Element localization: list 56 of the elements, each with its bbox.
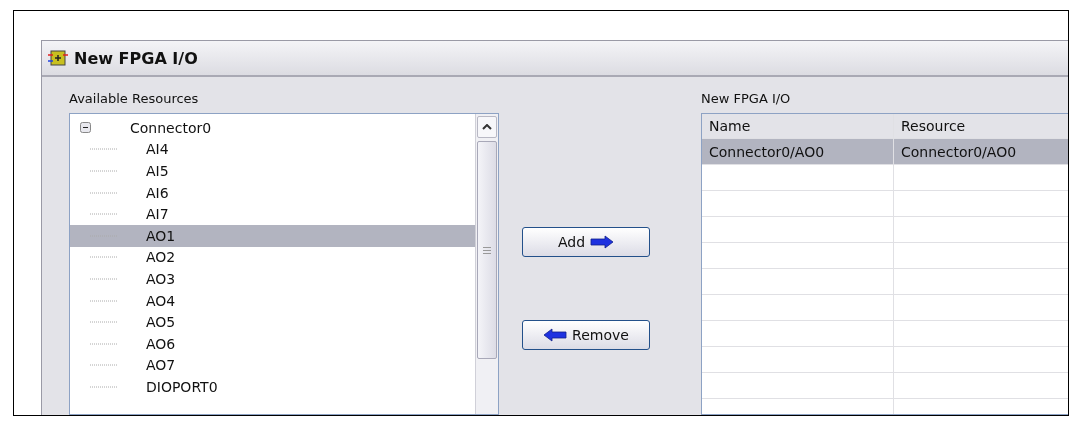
app-icon <box>48 50 68 66</box>
scrollbar[interactable] <box>475 114 498 414</box>
tree-connector-line <box>90 170 118 172</box>
tree-item[interactable]: AI6 <box>70 181 475 204</box>
tree-item-label: AO7 <box>146 357 176 374</box>
tree-item-label: AI4 <box>146 141 169 158</box>
add-button[interactable]: Add <box>522 227 650 257</box>
tree-item-label: AI6 <box>146 184 169 201</box>
tree-item-label: Connector0 <box>130 119 212 136</box>
section-label: New FPGA I/O <box>701 91 792 108</box>
tree-connector-line <box>90 385 118 388</box>
window-title: New FPGA I/O <box>74 48 198 68</box>
right-arrow-icon <box>590 235 615 249</box>
table-cell: Connector0/AO0 <box>894 139 1068 164</box>
collapse-icon[interactable] <box>80 122 91 134</box>
tree-connector-line <box>90 364 118 367</box>
tree-item-label: AO1 <box>146 227 176 244</box>
tree-item[interactable]: Connector0 <box>70 117 475 139</box>
tree-connector-line <box>90 299 118 302</box>
scroll-up-button[interactable] <box>477 116 497 138</box>
tree-item[interactable]: AO1 <box>70 224 475 247</box>
tree-connector-line <box>90 148 118 151</box>
tree-item[interactable]: DIOPORT0 <box>70 376 475 398</box>
table-row[interactable]: Connector0/AO0 Connector0/AO0 <box>702 139 1068 165</box>
tree-connector-line <box>90 213 118 216</box>
tree-item-label: AO4 <box>146 292 176 309</box>
tree-connector-line <box>90 321 118 324</box>
tree-connector-line <box>90 256 118 259</box>
remove-button[interactable]: Remove <box>522 320 650 350</box>
tree-item-label: AO6 <box>146 335 176 352</box>
tree-item[interactable]: AO4 <box>70 289 475 312</box>
section-label: Available Resources <box>69 91 200 108</box>
tree-item-label: AO3 <box>146 270 176 287</box>
tree-item[interactable]: AI5 <box>70 160 475 182</box>
left-arrow-icon <box>543 328 568 342</box>
tree-item[interactable]: AO2 <box>70 246 475 269</box>
tree-item[interactable]: AO5 <box>70 311 475 333</box>
tree-connector-line <box>90 277 118 280</box>
tree-item-label: DIOPORT0 <box>146 378 218 395</box>
tree-item-label: AI5 <box>146 163 169 179</box>
grip-icon <box>483 246 491 254</box>
tree-item[interactable]: AI4 <box>70 138 475 161</box>
tree-connector-line <box>90 191 118 194</box>
tree-item[interactable]: AI7 <box>70 203 475 225</box>
tree-item[interactable]: AO3 <box>70 268 475 290</box>
tree-item[interactable]: AO7 <box>70 354 475 377</box>
column-header[interactable]: Name <box>702 114 894 138</box>
column-header[interactable]: Resource <box>894 114 1068 138</box>
tree-connector-line <box>90 342 118 345</box>
up-caret-icon <box>482 124 492 130</box>
tree-item-label: AO2 <box>146 249 176 266</box>
tree-item-label: AO5 <box>146 314 176 331</box>
table-cell: Connector0/AO0 <box>702 139 894 164</box>
tree-item-label: AI7 <box>146 206 169 223</box>
scroll-thumb[interactable] <box>477 141 497 359</box>
tree-item[interactable]: AO6 <box>70 332 475 355</box>
